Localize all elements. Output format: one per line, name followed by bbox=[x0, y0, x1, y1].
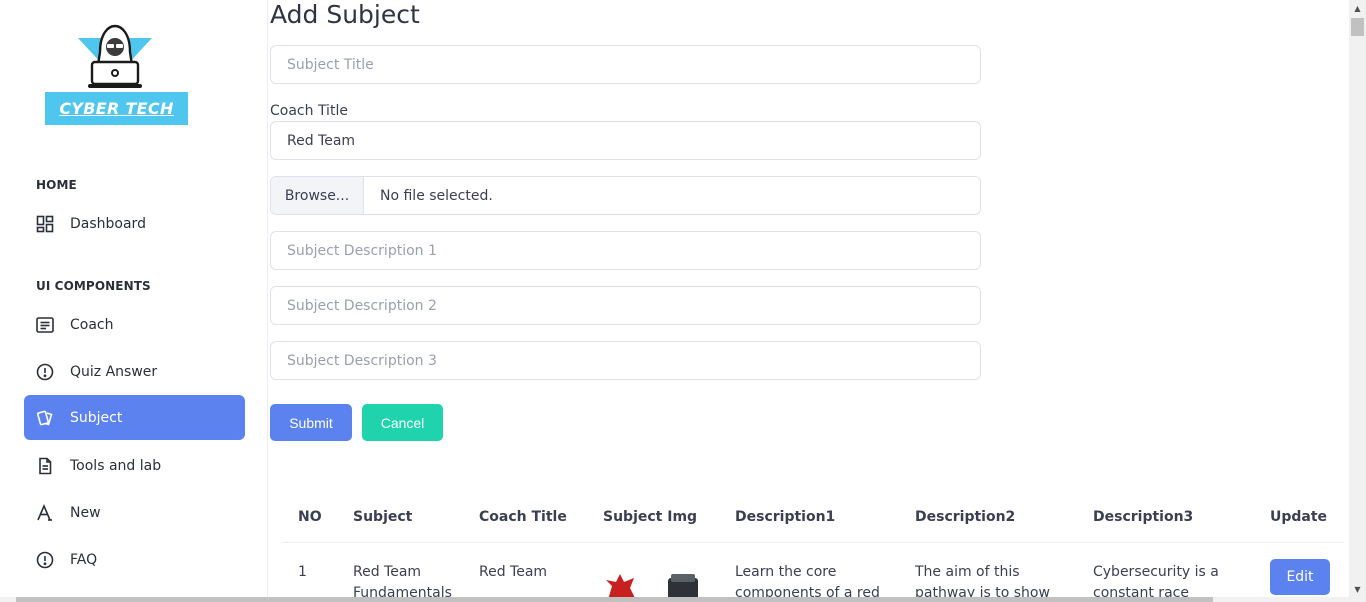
sidebar: CYBER TECH HOME Dashboard UI COMPONENTS … bbox=[0, 0, 268, 602]
column-header-subject: Subject bbox=[353, 509, 413, 525]
sidebar-item-dashboard[interactable]: Dashboard bbox=[24, 201, 245, 246]
browse-button[interactable]: Browse... bbox=[271, 177, 364, 214]
scroll-down-icon[interactable]: ▼ bbox=[1353, 585, 1362, 594]
cards-icon bbox=[36, 409, 54, 427]
alert-circle-icon bbox=[36, 551, 54, 569]
list-icon bbox=[36, 316, 54, 334]
sidebar-item-subject[interactable]: Subject bbox=[24, 395, 245, 440]
section-ui-label: UI COMPONENTS bbox=[36, 279, 151, 293]
hacker-logo-icon bbox=[78, 24, 152, 88]
brand-logo[interactable]: CYBER TECH bbox=[45, 22, 188, 126]
brand-banner: CYBER TECH bbox=[45, 92, 188, 125]
cell-subject: Red Team Fundamentals bbox=[353, 564, 452, 601]
submit-button[interactable]: Submit bbox=[270, 404, 352, 441]
sidebar-item-tools-and-lab[interactable]: Tools and lab bbox=[24, 443, 245, 488]
column-header-no: NO bbox=[298, 509, 322, 525]
cell-description3: Cybersecurity is a constant race bbox=[1093, 564, 1219, 601]
column-header-coach-title: Coach Title bbox=[479, 509, 567, 525]
horizontal-scrollbar[interactable] bbox=[0, 597, 1349, 602]
table-header: NO Subject Coach Title Subject Img Descr… bbox=[282, 496, 1344, 543]
alert-circle-icon bbox=[36, 363, 54, 381]
sidebar-item-label: FAQ bbox=[70, 551, 98, 568]
sidebar-item-label: Dashboard bbox=[70, 215, 146, 232]
column-header-update: Update bbox=[1270, 509, 1328, 525]
sidebar-item-label: Subject bbox=[70, 409, 123, 426]
scroll-up-icon[interactable]: ▲ bbox=[1353, 4, 1362, 13]
cell-coach-title: Red Team bbox=[479, 564, 548, 580]
sidebar-item-quiz-answer[interactable]: Quiz Answer bbox=[24, 349, 245, 394]
typography-icon bbox=[36, 503, 54, 522]
subject-description-3-input[interactable] bbox=[270, 341, 981, 380]
column-header-description3: Description3 bbox=[1093, 509, 1194, 525]
dashboard-icon bbox=[36, 215, 54, 233]
horizontal-scroll-thumb[interactable] bbox=[16, 597, 1213, 602]
cell-no: 1 bbox=[298, 564, 307, 580]
column-header-description1: Description1 bbox=[735, 509, 836, 525]
cell-description2: The aim of this pathway is to show bbox=[915, 564, 1050, 601]
sidebar-item-label: New bbox=[70, 504, 101, 521]
brand-name: CYBER TECH bbox=[59, 99, 174, 118]
edit-button[interactable]: Edit bbox=[1270, 559, 1330, 595]
section-home-label: HOME bbox=[36, 178, 77, 192]
sidebar-item-label: Quiz Answer bbox=[70, 363, 158, 380]
sidebar-item-faq[interactable]: FAQ bbox=[24, 537, 245, 582]
subject-image bbox=[606, 574, 698, 600]
sidebar-item-new[interactable]: New bbox=[24, 490, 245, 535]
column-header-subject-img: Subject Img bbox=[603, 509, 698, 525]
vertical-scrollbar[interactable]: ▲ ▼ bbox=[1349, 0, 1366, 602]
sidebar-item-coach[interactable]: Coach bbox=[24, 302, 245, 347]
vertical-scroll-thumb[interactable] bbox=[1351, 18, 1364, 36]
coach-title-select[interactable]: Red Team bbox=[270, 121, 981, 160]
subject-title-input[interactable] bbox=[270, 45, 981, 84]
sidebar-item-label: Tools and lab bbox=[70, 457, 162, 474]
page-title: Add Subject bbox=[270, 0, 420, 29]
cell-description1: Learn the core components of a red bbox=[735, 564, 880, 601]
column-header-description2: Description2 bbox=[915, 509, 1016, 525]
sidebar-item-label: Coach bbox=[70, 316, 114, 333]
subject-description-2-input[interactable] bbox=[270, 286, 981, 325]
subject-description-1-input[interactable] bbox=[270, 231, 981, 270]
file-text-icon bbox=[36, 457, 54, 475]
cancel-button[interactable]: Cancel bbox=[362, 404, 443, 441]
coach-title-label: Coach Title bbox=[270, 103, 348, 119]
subject-image-file-input[interactable]: Browse... No file selected. bbox=[270, 176, 981, 215]
file-status: No file selected. bbox=[380, 187, 493, 204]
